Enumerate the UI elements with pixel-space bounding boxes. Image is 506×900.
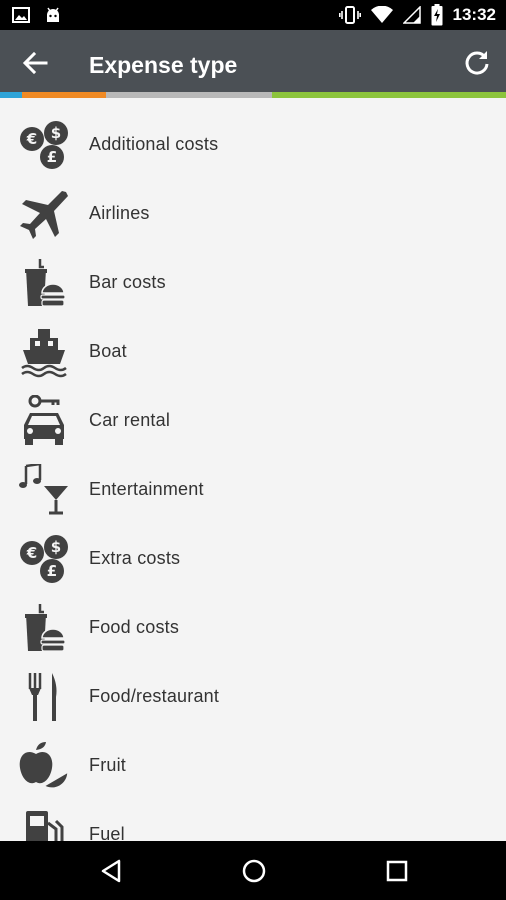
boat-icon xyxy=(21,329,67,378)
list-item[interactable]: Food/restaurant xyxy=(0,662,506,731)
list-item-label: Boat xyxy=(89,341,127,361)
currency-coins-icon: € $ £ xyxy=(20,121,68,169)
drink-burger-icon xyxy=(25,604,66,652)
svg-text:£: £ xyxy=(47,562,57,580)
list-item-label: Food/restaurant xyxy=(89,686,220,706)
nav-home-icon[interactable] xyxy=(239,856,269,886)
stripe-gray xyxy=(106,92,272,98)
list-item[interactable]: € $ £ Extra costs xyxy=(0,524,506,593)
list-item-label: Bar costs xyxy=(89,272,166,292)
expense-type-list: € $ £ Additional costs Airlines Bar cost… xyxy=(0,110,506,841)
status-time: 13:32 xyxy=(452,5,496,24)
list-item-label: Fuel xyxy=(89,824,125,841)
fruit-icon xyxy=(19,742,69,789)
stripe-orange xyxy=(22,92,106,98)
list-item[interactable]: Fruit xyxy=(0,731,506,800)
list-item[interactable]: Airlines xyxy=(0,179,506,248)
signal-icon xyxy=(402,6,421,24)
list-item-label: Car rental xyxy=(89,410,171,430)
stripe-green xyxy=(272,92,506,98)
nav-recents-icon[interactable] xyxy=(382,856,412,886)
list-item[interactable]: Car rental xyxy=(0,386,506,455)
fork-knife-icon xyxy=(28,673,57,721)
airplane-icon xyxy=(20,191,68,239)
svg-text:£: £ xyxy=(47,148,57,166)
svg-text:$: $ xyxy=(51,124,61,142)
list-item-label: Extra costs xyxy=(89,548,181,568)
page-title: Expense type xyxy=(89,52,238,78)
list-item-label: Additional costs xyxy=(89,134,219,154)
list-item-label: Airlines xyxy=(89,203,150,223)
battery-charging-icon xyxy=(431,4,443,26)
system-nav-bar xyxy=(0,841,506,900)
accent-stripe xyxy=(0,92,506,98)
music-cocktail-icon xyxy=(19,464,68,515)
fuel-pump-icon xyxy=(26,811,64,841)
list-item-label: Food costs xyxy=(89,617,180,637)
vibrate-icon xyxy=(338,6,361,24)
nav-back-icon[interactable] xyxy=(97,856,127,886)
list-item[interactable]: Fuel xyxy=(0,800,506,841)
android-icon xyxy=(47,7,59,22)
svg-text:$: $ xyxy=(51,538,61,556)
status-bar: 13:32 xyxy=(0,0,506,30)
list-item[interactable]: Entertainment xyxy=(0,455,506,524)
app-bar: Expense type xyxy=(0,30,506,92)
currency-coins-icon: € $ £ xyxy=(20,535,68,583)
drink-burger-icon xyxy=(25,259,66,307)
svg-text:€: € xyxy=(26,544,37,562)
list-item[interactable]: Boat xyxy=(0,317,506,386)
list-item-label: Fruit xyxy=(89,755,126,775)
wifi-icon xyxy=(370,6,393,23)
list-item[interactable]: € $ £ Additional costs xyxy=(0,110,506,179)
refresh-icon[interactable] xyxy=(462,48,492,78)
arrow-back-icon[interactable] xyxy=(20,48,50,78)
svg-text:€: € xyxy=(26,130,37,148)
stripe-blue xyxy=(0,92,22,98)
list-item[interactable]: Bar costs xyxy=(0,248,506,317)
image-icon xyxy=(12,7,30,23)
car-key-icon xyxy=(24,395,64,445)
list-item[interactable]: Food costs xyxy=(0,593,506,662)
list-item-label: Entertainment xyxy=(89,479,204,499)
